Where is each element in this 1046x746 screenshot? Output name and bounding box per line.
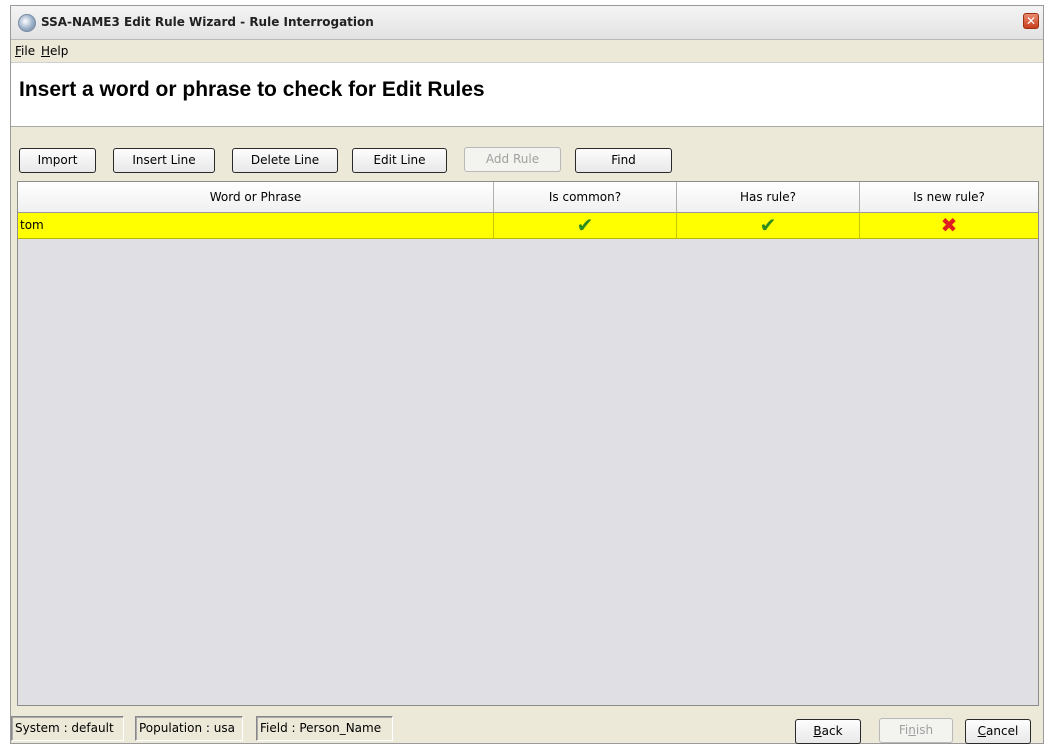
import-button[interactable]: Import [19, 148, 96, 173]
wizard-window: SSA-NAME3 Edit Rule Wizard - Rule Interr… [10, 5, 1044, 744]
wizard-header: Insert a word or phrase to check for Edi… [11, 62, 1043, 127]
cancel-label: ancel [986, 724, 1019, 738]
back-mnemonic: B [813, 724, 822, 738]
column-header-is-common[interactable]: Is common? [494, 182, 677, 213]
delete-line-button[interactable]: Delete Line [232, 148, 338, 173]
status-field: Field : Person_Name [256, 716, 393, 741]
menu-bar: File Help [11, 40, 1043, 62]
app-icon [18, 14, 36, 32]
cancel-mnemonic: C [977, 724, 987, 738]
menu-help-label: elp [50, 44, 69, 58]
close-button[interactable]: ✕ [1023, 13, 1039, 29]
window-title: SSA-NAME3 Edit Rule Wizard - Rule Interr… [41, 15, 374, 29]
check-icon: ✔ [494, 213, 677, 238]
cross-icon: ✖ [940, 213, 958, 237]
toolbar: Import Insert Line Delete Line Edit Line… [11, 143, 1043, 177]
edit-line-button[interactable]: Edit Line [352, 148, 447, 173]
back-label: ack [821, 724, 843, 738]
finish-mnemonic: n [908, 723, 916, 737]
cell-word[interactable]: tom [18, 213, 494, 238]
find-button[interactable]: Find [575, 148, 672, 173]
cancel-button[interactable]: Cancel [965, 719, 1031, 744]
column-header-has-rule[interactable]: Has rule? [677, 182, 860, 213]
table-row[interactable]: tom ✔ ✔ ✖ [18, 213, 1038, 239]
rules-table: Word or Phrase Is common? Has rule? Is n… [17, 181, 1039, 706]
status-bar: System : default Population : usa Field … [11, 712, 1043, 745]
menu-file-label: ile [21, 44, 36, 58]
finish-button[interactable]: Finish [879, 718, 953, 743]
column-header-is-new-rule[interactable]: Is new rule? [860, 182, 1038, 213]
finish-label-start: Fi [898, 723, 909, 737]
menu-file[interactable]: File [15, 44, 35, 58]
column-header-word-or-phrase[interactable]: Word or Phrase [18, 182, 494, 213]
back-button[interactable]: Back [795, 719, 861, 744]
status-population: Population : usa [135, 716, 243, 741]
finish-label-end: ish [915, 723, 934, 737]
table-header: Word or Phrase Is common? Has rule? Is n… [18, 182, 1038, 213]
add-rule-button[interactable]: Add Rule [464, 147, 561, 172]
status-system: System : default [11, 716, 124, 741]
menu-help[interactable]: Help [41, 44, 68, 58]
menu-help-mnemonic: H [41, 44, 51, 58]
check-icon: ✔ [677, 213, 860, 238]
page-title: Insert a word or phrase to check for Edi… [19, 78, 485, 101]
insert-line-button[interactable]: Insert Line [113, 148, 215, 173]
title-bar[interactable]: SSA-NAME3 Edit Rule Wizard - Rule Interr… [11, 6, 1043, 40]
